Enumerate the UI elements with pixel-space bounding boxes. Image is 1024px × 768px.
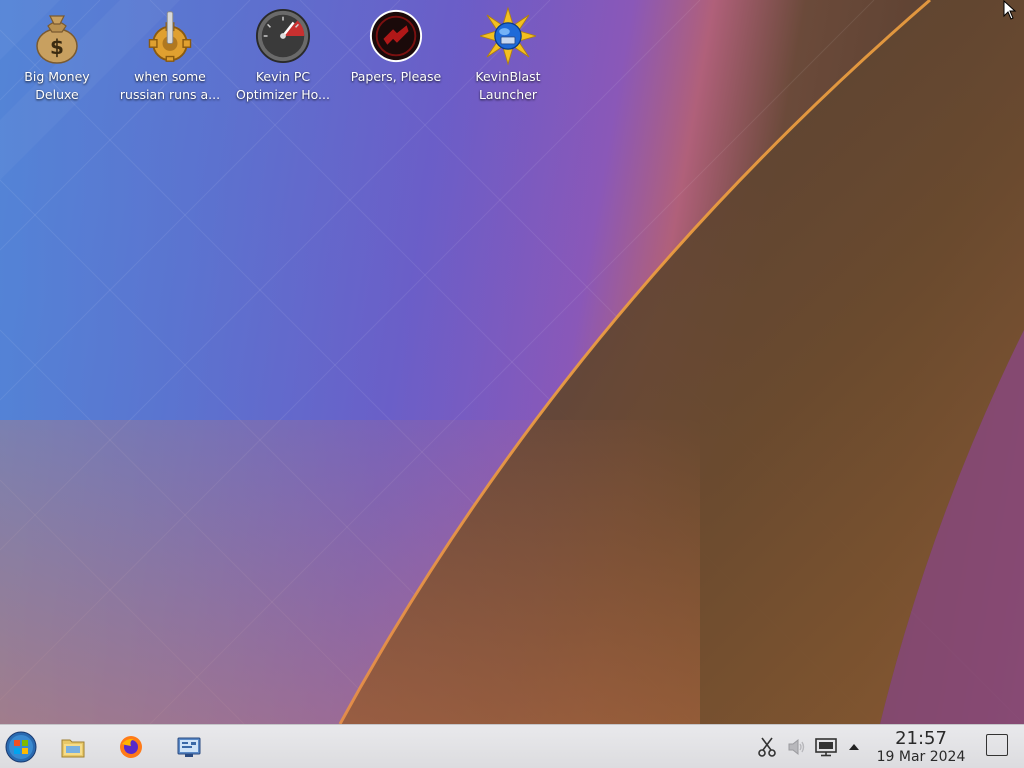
tray-expand-arrow-icon[interactable] [843, 736, 865, 758]
desktop-icon-label: Papers, Please [350, 69, 442, 84]
show-desktop-icon[interactable] [986, 734, 1008, 756]
firefox-icon[interactable] [115, 731, 147, 763]
money-bag-icon: $ [29, 8, 85, 64]
mouse-cursor-icon [1003, 0, 1017, 24]
speedometer-icon [255, 8, 311, 64]
desktop-icon-papers-please[interactable]: Papers, Please [341, 8, 451, 116]
system-settings-icon[interactable] [173, 731, 205, 763]
desktop-icon-big-money-deluxe[interactable]: $ Big Money Deluxe [2, 8, 112, 116]
desktop-icon-kevinblast-launcher[interactable]: KevinBlast Launcher [453, 6, 563, 116]
gear-lever-icon [142, 8, 198, 64]
svg-text:$: $ [50, 35, 64, 59]
volume-icon[interactable] [786, 736, 808, 758]
start-orb-icon[interactable] [5, 731, 37, 763]
desktop-icon-label: when some russian runs a... [119, 69, 221, 102]
desktop-icon-kevin-pc-optimizer[interactable]: Kevin PC Optimizer Ho... [228, 8, 338, 116]
desktop-background: $ Big Money Deluxe when some russian run… [0, 0, 1024, 724]
desktop-icon-label: Big Money Deluxe [24, 69, 90, 102]
file-manager-icon[interactable] [57, 731, 89, 763]
desktop-icon-label: Kevin PC Optimizer Ho... [236, 69, 330, 102]
taskbar: 21:57 19 Mar 2024 [0, 724, 1024, 768]
passport-seal-icon [368, 8, 424, 64]
display-icon[interactable] [815, 736, 837, 758]
starburst-globe-icon [480, 6, 536, 66]
clock-date[interactable]: 19 Mar 2024 [868, 749, 974, 765]
desktop-icon-label: KevinBlast Launcher [475, 69, 541, 102]
scissors-icon[interactable] [756, 736, 778, 758]
desktop-icon-when-some-russian[interactable]: when some russian runs a... [115, 8, 225, 116]
clock-time[interactable]: 21:57 [868, 728, 974, 749]
